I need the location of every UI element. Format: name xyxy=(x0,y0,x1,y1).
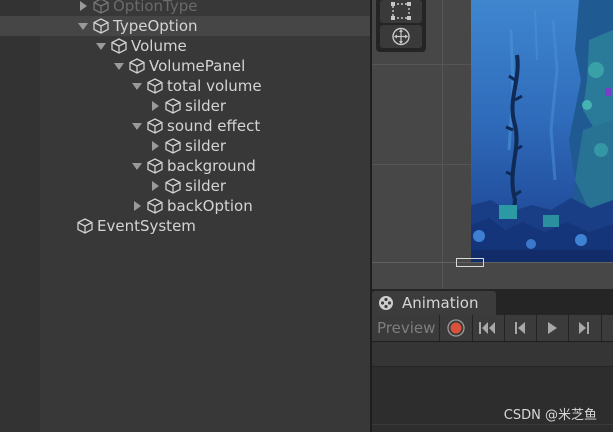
gameobject-icon xyxy=(146,197,164,215)
hierarchy-item-label: silder xyxy=(185,137,227,155)
hierarchy-item[interactable]: Volume xyxy=(0,36,370,56)
hierarchy-item-label: Volume xyxy=(131,37,187,55)
first-keyframe-button[interactable] xyxy=(472,315,504,341)
watermark-text: CSDN @米芝鱼 xyxy=(503,408,597,423)
gameobject-icon xyxy=(76,217,94,235)
first-keyframe-icon xyxy=(479,322,495,334)
previous-keyframe-button[interactable] xyxy=(504,315,536,341)
hierarchy-item-label: backOption xyxy=(167,197,253,215)
hierarchy-item[interactable]: silder xyxy=(0,136,370,156)
timeline-divider xyxy=(372,424,613,425)
hierarchy-item[interactable]: EventSystem xyxy=(0,216,370,236)
hierarchy-panel: OptionType TypeOption Volume VolumePanel tot… xyxy=(0,0,370,432)
gameobject-icon xyxy=(110,37,128,55)
game-preview-image xyxy=(471,0,613,262)
next-keyframe-icon xyxy=(579,322,589,334)
gameobject-icon xyxy=(92,0,110,15)
collapse-arrow-icon[interactable] xyxy=(152,141,159,151)
expand-arrow-icon[interactable] xyxy=(96,43,106,50)
hierarchy-item-label: silder xyxy=(185,97,227,115)
hierarchy-item[interactable]: silder xyxy=(0,96,370,116)
hierarchy-item[interactable]: VolumePanel xyxy=(0,56,370,76)
next-keyframe-button[interactable] xyxy=(570,315,602,341)
grid-line xyxy=(442,0,443,289)
animation-clip-row xyxy=(372,342,613,367)
animation-tab[interactable]: Animation xyxy=(372,291,496,315)
collapse-arrow-icon[interactable] xyxy=(134,201,141,211)
animation-tab-bar: Animation xyxy=(372,289,613,315)
hierarchy-item[interactable]: total volume xyxy=(0,76,370,96)
record-button[interactable] xyxy=(440,315,472,341)
toolbar-divider xyxy=(601,315,602,341)
hierarchy-item[interactable]: TypeOption xyxy=(0,16,370,36)
gameobject-icon xyxy=(164,97,182,115)
gameobject-icon xyxy=(164,137,182,155)
hierarchy-item[interactable]: background xyxy=(0,156,370,176)
hierarchy-item[interactable]: silder xyxy=(0,176,370,196)
scene-view[interactable] xyxy=(372,0,613,289)
hierarchy-item-label: OptionType xyxy=(113,0,198,15)
toolbar-divider xyxy=(568,315,569,341)
collapse-arrow-icon[interactable] xyxy=(80,1,87,11)
canvas-pivot-gizmo[interactable] xyxy=(456,258,484,267)
hierarchy-item-label: sound effect xyxy=(167,117,261,135)
gameobject-icon xyxy=(128,57,146,75)
hierarchy-item-label: EventSystem xyxy=(97,217,196,235)
collapse-arrow-icon[interactable] xyxy=(152,101,159,111)
expand-arrow-icon[interactable] xyxy=(132,83,142,90)
animation-toolbar: Preview xyxy=(372,315,613,342)
underwater-scene-art xyxy=(471,0,613,262)
play-button[interactable] xyxy=(536,315,568,341)
expand-arrow-icon[interactable] xyxy=(132,163,142,170)
hierarchy-item-label: VolumePanel xyxy=(149,57,246,75)
gameobject-icon xyxy=(146,77,164,95)
expand-arrow-icon[interactable] xyxy=(132,123,142,130)
gameobject-icon xyxy=(146,117,164,135)
expand-arrow-icon[interactable] xyxy=(114,63,124,70)
grid-line xyxy=(372,262,613,263)
scene-tools-panel xyxy=(376,0,426,52)
animation-tab-label: Animation xyxy=(402,294,479,312)
gameobject-icon xyxy=(92,17,110,35)
hierarchy-item-label: background xyxy=(167,157,256,175)
rect-tool-icon xyxy=(391,2,411,20)
rect-tool-button[interactable] xyxy=(380,0,422,23)
hierarchy-item[interactable]: sound effect xyxy=(0,116,370,136)
record-icon xyxy=(447,319,465,337)
hierarchy-item[interactable]: OptionType xyxy=(0,0,370,16)
gameobject-icon xyxy=(164,177,182,195)
transform-tool-icon xyxy=(392,27,410,46)
gameobject-icon xyxy=(146,157,164,175)
hierarchy-item[interactable]: backOption xyxy=(0,196,370,216)
expand-arrow-icon[interactable] xyxy=(78,23,88,30)
hierarchy-item-label: TypeOption xyxy=(113,17,198,35)
animation-icon xyxy=(379,296,393,310)
preview-button[interactable]: Preview xyxy=(377,315,435,341)
previous-keyframe-icon xyxy=(515,322,525,334)
hierarchy-item-label: total volume xyxy=(167,77,262,95)
hierarchy-item-label: silder xyxy=(185,177,227,195)
transform-tool-button[interactable] xyxy=(380,25,422,48)
collapse-arrow-icon[interactable] xyxy=(152,181,159,191)
play-icon xyxy=(548,322,557,334)
